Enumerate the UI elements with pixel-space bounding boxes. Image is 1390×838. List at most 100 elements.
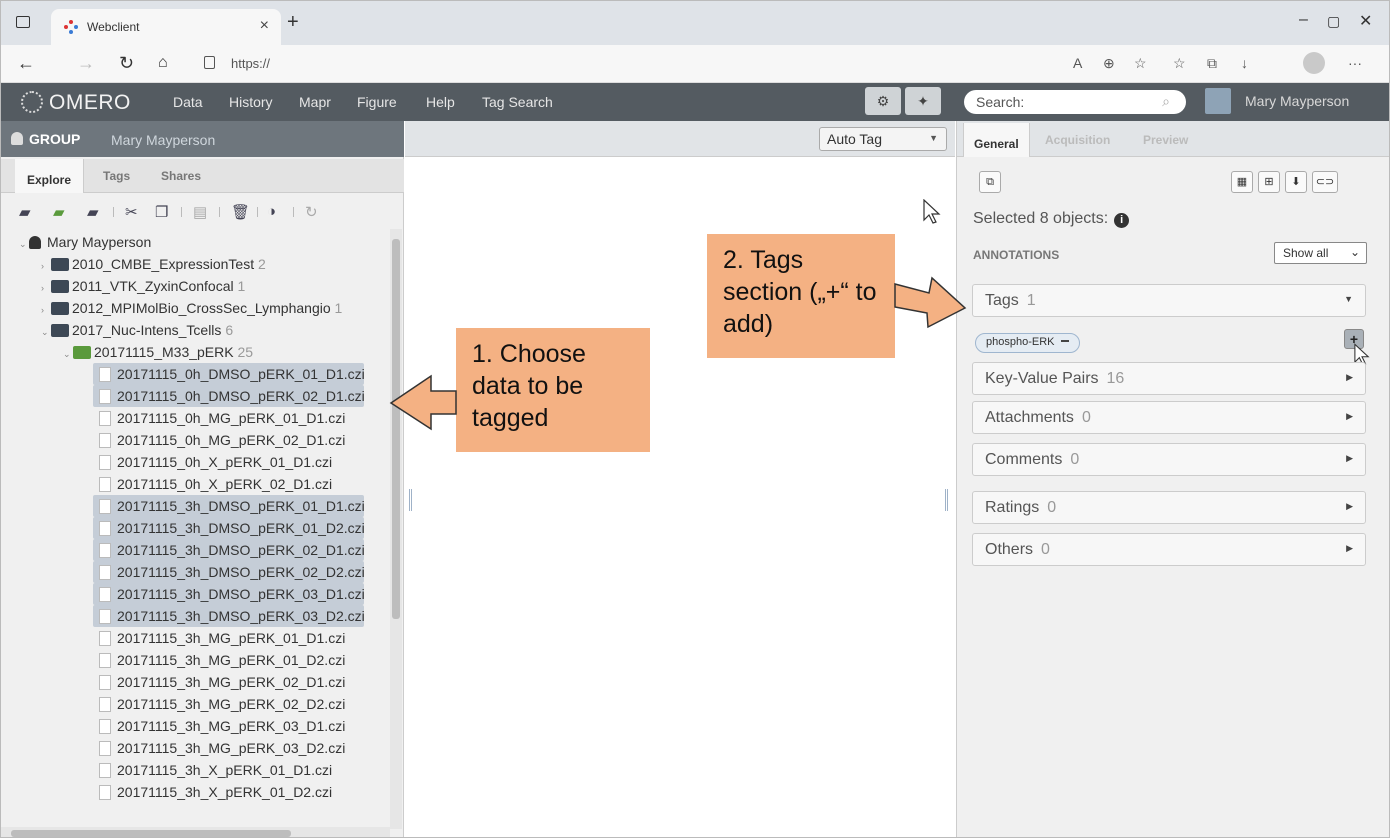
omero-logo[interactable]: OMERO: [21, 91, 131, 115]
menu-help[interactable]: Help: [426, 94, 455, 110]
tree-file[interactable]: 20171115_0h_X_pERK_01_D1.czi: [93, 451, 332, 473]
close-tab-icon[interactable]: ×: [260, 17, 269, 35]
tab-general[interactable]: General: [963, 123, 1030, 157]
favorite-add-icon[interactable]: ☆: [1134, 55, 1147, 72]
menu-data[interactable]: Data: [173, 94, 203, 110]
tree-file[interactable]: 20171115_3h_MG_pERK_01_D2.czi: [93, 649, 345, 671]
new-project-icon[interactable]: ▰: [19, 203, 31, 221]
project-name: 2017_Nuc-Intens_Tcells: [72, 322, 222, 338]
menu-mapr[interactable]: Mapr: [299, 94, 331, 110]
tree-file[interactable]: 20171115_0h_MG_pERK_02_D1.czi: [93, 429, 345, 451]
tree-file[interactable]: 20171115_3h_X_pERK_01_D1.czi: [93, 759, 332, 781]
back-icon[interactable]: ←: [17, 53, 35, 74]
tree-file[interactable]: 20171115_3h_MG_pERK_01_D1.czi: [93, 627, 345, 649]
omero-logo-icon: [21, 91, 43, 113]
tree-project[interactable]: › 2010_CMBE_ExpressionTest 2: [41, 253, 266, 275]
remove-tag-icon[interactable]: [1060, 340, 1069, 342]
section-ratings[interactable]: Ratings 0 ▶: [972, 491, 1366, 524]
info-icon[interactable]: i: [1114, 213, 1130, 228]
section-tags[interactable]: Tags 1 ▼: [972, 284, 1366, 317]
tree-project[interactable]: › 2011_VTK_ZyxinConfocal 1: [41, 275, 245, 297]
menu-tag-search[interactable]: Tag Search: [482, 94, 553, 110]
tree-file[interactable]: 20171115_3h_DMSO_pERK_03_D1.czi: [93, 583, 365, 605]
tag-pill[interactable]: phospho-ERK: [975, 333, 1080, 353]
show-all-select[interactable]: Show all ⌄: [1274, 242, 1367, 264]
image-file-icon: [99, 631, 111, 646]
home-icon[interactable]: ⌂: [158, 54, 168, 72]
tab-shares[interactable]: Shares: [161, 169, 201, 183]
tree-file[interactable]: 20171115_3h_DMSO_pERK_03_D2.czi: [93, 605, 365, 627]
delete-icon[interactable]: 🗑: [231, 203, 250, 221]
browser-tab[interactable]: Webclient ×: [51, 9, 281, 45]
activities-icon[interactable]: ✦: [905, 87, 941, 115]
project-folder-icon: [51, 258, 69, 271]
scripts-icon[interactable]: ⚙: [865, 87, 901, 115]
user-menu[interactable]: Mary Mayperson: [1245, 93, 1349, 109]
zoom-icon[interactable]: ⊕: [1103, 55, 1115, 72]
read-aloud-icon[interactable]: A: [1073, 55, 1082, 71]
new-tab-icon[interactable]: +: [287, 11, 299, 34]
cut-icon[interactable]: ✂: [125, 203, 138, 221]
tree-file[interactable]: 20171115_3h_MG_pERK_02_D2.czi: [93, 693, 345, 715]
minimize-icon[interactable]: –: [1299, 11, 1308, 29]
tree-file[interactable]: 20171115_3h_MG_pERK_03_D1.czi: [93, 715, 345, 737]
section-count: 0: [1070, 451, 1080, 468]
search-icon[interactable]: ⌕: [1162, 93, 1170, 110]
tree-file[interactable]: 20171115_3h_MG_pERK_02_D1.czi: [93, 671, 345, 693]
reload-icon[interactable]: ↻: [119, 53, 134, 74]
user-avatar-icon[interactable]: [1205, 88, 1231, 114]
tree-file[interactable]: 20171115_0h_MG_pERK_01_D1.czi: [93, 407, 345, 429]
tree-dataset[interactable]: ⌄ 20171115_M33_pERK 25: [63, 341, 253, 363]
hierarchy-icon[interactable]: ⊞: [1258, 171, 1280, 193]
maximize-icon[interactable]: ▢: [1327, 13, 1340, 30]
collections-icon[interactable]: ⧉: [1207, 55, 1217, 72]
more-icon[interactable]: ···: [1348, 55, 1362, 71]
tab-tags[interactable]: Tags: [103, 169, 130, 183]
left-splitter-handle[interactable]: [409, 489, 412, 511]
tree-file[interactable]: 20171115_3h_DMSO_pERK_02_D2.czi: [93, 561, 365, 583]
section-comments[interactable]: Comments 0 ▶: [972, 443, 1366, 476]
favorites-icon[interactable]: ☆: [1173, 55, 1186, 72]
profile-avatar[interactable]: [1303, 52, 1325, 74]
tree-root[interactable]: ⌄ Mary Mayperson: [19, 231, 151, 253]
thumbnails-icon[interactable]: ▦: [1231, 171, 1253, 193]
auto-tag-dropdown[interactable]: Auto Tag ▼: [819, 127, 947, 151]
forward-icon[interactable]: →: [77, 53, 95, 74]
section-attachments[interactable]: Attachments 0 ▶: [972, 401, 1366, 434]
menu-figure[interactable]: Figure: [357, 94, 397, 110]
tree-file[interactable]: 20171115_0h_DMSO_pERK_01_D1.czi: [93, 363, 365, 385]
tree-file[interactable]: 20171115_3h_X_pERK_01_D2.czi: [93, 781, 332, 803]
tree-project[interactable]: ⌄ 2017_Nuc-Intens_Tcells 6: [41, 319, 233, 341]
download-icon[interactable]: ⬇: [1285, 171, 1307, 193]
right-splitter-handle[interactable]: [945, 489, 948, 511]
tab-actions-icon[interactable]: [16, 16, 30, 28]
open-viewer-icon[interactable]: ⧉: [979, 171, 1001, 193]
section-others[interactable]: Others 0 ▶: [972, 533, 1366, 566]
tab-preview[interactable]: Preview: [1143, 133, 1188, 147]
tree-project[interactable]: › 2012_MPIMolBio_CrossSec_Lymphangio 1: [41, 297, 342, 319]
paste-icon[interactable]: ▤: [193, 203, 207, 221]
tree-vertical-scrollbar[interactable]: [390, 229, 402, 829]
section-key-value-pairs[interactable]: Key-Value Pairs 16 ▶: [972, 362, 1366, 395]
new-dataset-icon[interactable]: ▰: [53, 203, 65, 221]
permissions-icon[interactable]: ◑: [267, 203, 276, 220]
new-screen-icon[interactable]: ▰: [87, 203, 99, 221]
url-input[interactable]: https://: [231, 56, 270, 71]
group-selector[interactable]: GROUP Mary Mayperson: [1, 121, 404, 157]
tree-file[interactable]: 20171115_0h_DMSO_pERK_02_D1.czi: [93, 385, 365, 407]
tree-file[interactable]: 20171115_3h_DMSO_pERK_02_D1.czi: [93, 539, 365, 561]
copy-icon[interactable]: ❐: [155, 203, 168, 221]
close-window-icon[interactable]: ✕: [1359, 11, 1372, 31]
search-input[interactable]: Search: ⌕: [964, 90, 1186, 114]
tree-file[interactable]: 20171115_3h_MG_pERK_03_D2.czi: [93, 737, 345, 759]
link-icon[interactable]: ⊂⊃: [1312, 171, 1338, 193]
tab-acquisition[interactable]: Acquisition: [1045, 133, 1110, 147]
downloads-icon[interactable]: ↓: [1241, 55, 1248, 71]
tree-file[interactable]: 20171115_0h_X_pERK_02_D1.czi: [93, 473, 332, 495]
tree-file[interactable]: 20171115_3h_DMSO_pERK_01_D2.czi: [93, 517, 365, 539]
tree-file[interactable]: 20171115_3h_DMSO_pERK_01_D1.czi: [93, 495, 365, 517]
menu-history[interactable]: History: [229, 94, 273, 110]
tree-horizontal-scrollbar[interactable]: [1, 827, 390, 837]
refresh-icon[interactable]: ↻: [305, 203, 318, 221]
tab-explore[interactable]: Explore: [15, 159, 85, 193]
